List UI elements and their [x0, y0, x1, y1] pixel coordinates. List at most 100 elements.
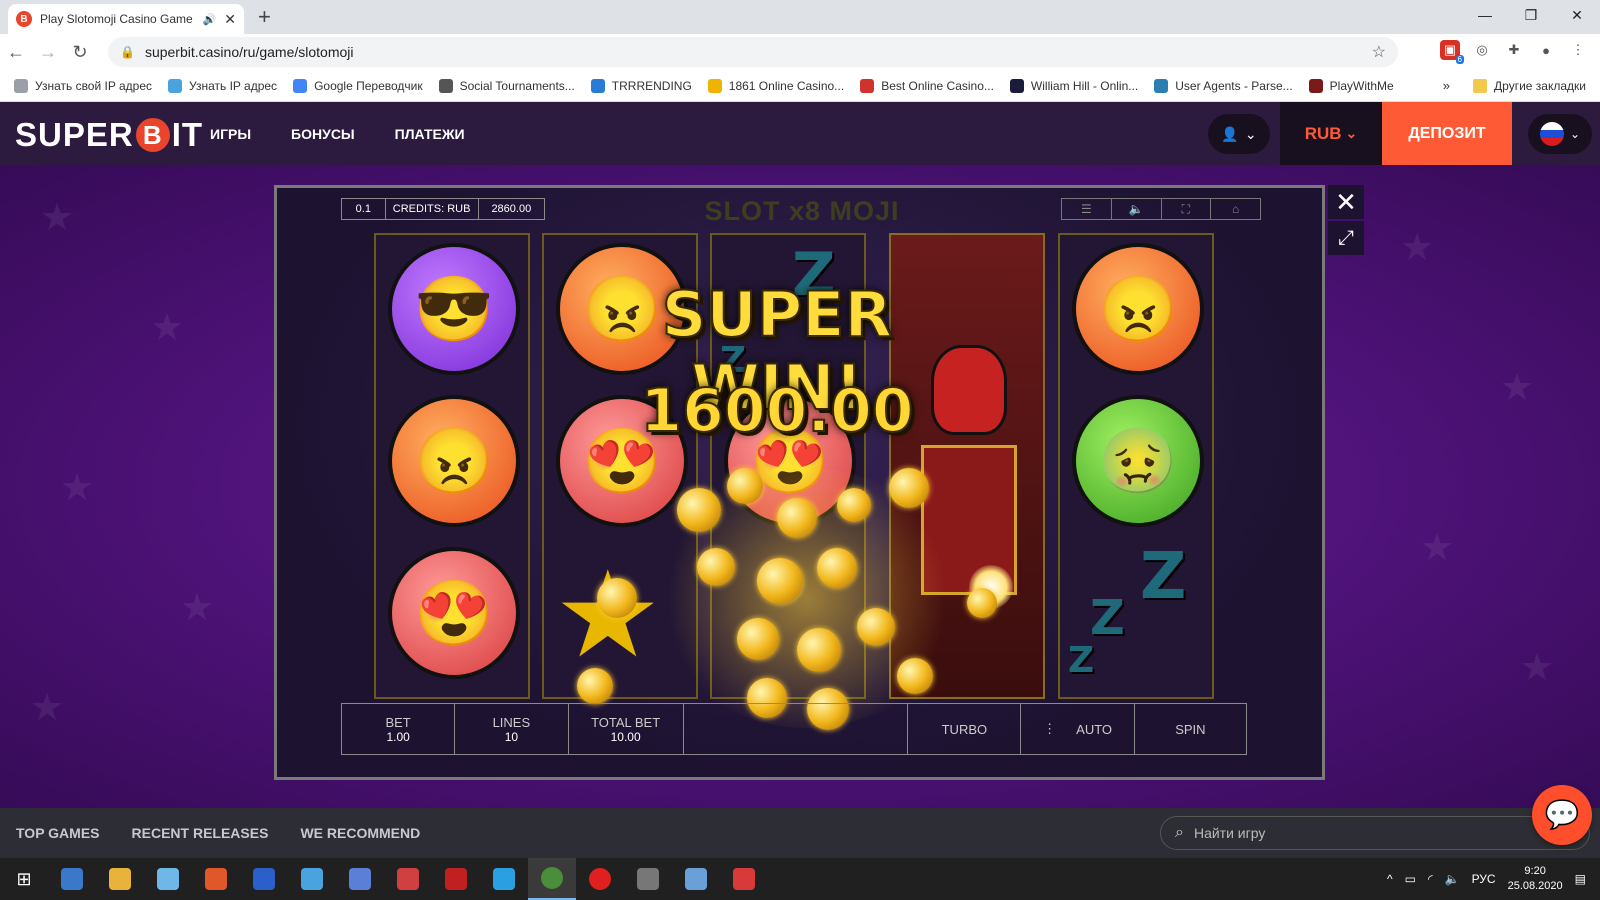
wifi-icon[interactable]: ◜ — [1428, 872, 1433, 886]
spin-button[interactable]: SPIN — [1135, 704, 1246, 754]
bet-selector[interactable]: BET 1.00 — [342, 704, 456, 754]
speaker-icon[interactable]: 🔊 — [203, 13, 217, 26]
restore-button[interactable]: ❐ — [1508, 0, 1554, 30]
windows-start-icon[interactable]: ⊞ — [0, 869, 48, 890]
bookmark-favicon-icon — [168, 78, 182, 93]
taskbar-app-icon[interactable] — [96, 858, 144, 900]
tab-close-icon[interactable]: ✕ — [224, 11, 236, 28]
extensions-area: ▣ 6 ◎ ✚ ● ⋮ — [1440, 40, 1588, 64]
auto-button[interactable]: ⋮ AUTO — [1021, 704, 1135, 754]
volume-icon[interactable]: 🔈 — [1445, 872, 1460, 886]
browser-tab-strip: B Play Slotomoji Casino Game 🔊 ✕ + — ❐ ✕ — [0, 0, 1600, 34]
other-bookmarks-folder[interactable]: Другие закладки — [1473, 78, 1586, 93]
taskbar-app-icon[interactable] — [624, 858, 672, 900]
taskbar-app-icon[interactable] — [48, 858, 96, 900]
profile-icon[interactable]: ● — [1536, 40, 1556, 60]
bookmark-item[interactable]: Узнать свой IP адрес — [14, 78, 152, 93]
taskbar-app-icon[interactable] — [240, 858, 288, 900]
bookmark-item[interactable]: User Agents - Parse... — [1154, 78, 1293, 93]
bookmarks-overflow-button[interactable]: » — [1443, 78, 1450, 93]
game-search-input[interactable]: ⌕ Найти игру — [1160, 816, 1590, 850]
back-button[interactable]: ← — [0, 42, 32, 63]
total-bet-display: TOTAL BET 10.00 — [569, 704, 684, 754]
extension-icon[interactable]: ▣ 6 — [1440, 40, 1464, 64]
sleep-z-icon: Z — [1140, 540, 1187, 614]
app-glyph-icon — [589, 868, 611, 890]
reload-button[interactable]: ↻ — [64, 42, 96, 63]
sync-extension-icon[interactable]: ◎ — [1472, 40, 1492, 60]
puzzle-icon[interactable]: ✚ — [1504, 40, 1524, 60]
home-icon[interactable]: ⌂ — [1211, 199, 1260, 219]
bookmark-item[interactable]: Узнать IP адрес — [168, 78, 277, 93]
taskbar-app-icon[interactable] — [576, 858, 624, 900]
address-bar[interactable]: 🔒 superbit.casino/ru/game/slotomoji ☆ — [108, 37, 1398, 67]
taskbar-app-icon[interactable] — [480, 858, 528, 900]
menu-kebab-icon[interactable]: ⋮ — [1568, 40, 1588, 60]
logo-text-start: SUPER — [15, 116, 134, 153]
taskbar-app-icon[interactable] — [336, 858, 384, 900]
star-icon: ★ — [60, 467, 95, 509]
superbit-logo[interactable]: SUPER B IT — [15, 116, 203, 154]
taskbar-app-icon[interactable] — [720, 858, 768, 900]
tab-we-recommend[interactable]: WE RECOMMEND — [300, 825, 420, 841]
gold-coin-icon — [697, 548, 735, 586]
bookmark-item[interactable]: Best Online Casino... — [860, 78, 994, 93]
taskbar-app-icon[interactable] — [384, 858, 432, 900]
currency-selector[interactable]: RUB ⌄ — [1280, 102, 1382, 165]
expand-game-button[interactable]: ⤢ — [1328, 221, 1364, 255]
live-chat-button[interactable]: 💬 — [1532, 785, 1592, 845]
app-glyph-icon — [637, 868, 659, 890]
taskbar-app-icon[interactable] — [192, 858, 240, 900]
tab-recent-releases[interactable]: RECENT RELEASES — [132, 825, 269, 841]
taskbar-app-icon[interactable] — [288, 858, 336, 900]
clock[interactable]: 9:20 25.08.2020 — [1508, 864, 1563, 894]
slot-machine[interactable]: 0.1 CREDITS: RUB 2860.00 SLOT x8 MOJI ☰ … — [277, 188, 1322, 777]
lock-icon[interactable]: 🔒 — [120, 45, 135, 59]
tray-chevron-icon[interactable]: ^ — [1387, 872, 1393, 886]
taskbar-app-icon[interactable] — [528, 858, 576, 900]
forward-button[interactable]: → — [32, 42, 64, 63]
nav-payments[interactable]: ПЛАТЕЖИ — [395, 126, 465, 142]
taskbar-app-icon[interactable] — [144, 858, 192, 900]
fullscreen-icon[interactable]: ⛶ — [1162, 199, 1212, 219]
deposit-button[interactable]: ДЕПОЗИТ — [1382, 102, 1512, 165]
angry-emoji-icon: 😠 — [1072, 243, 1204, 375]
star-icon: ★ — [1520, 647, 1555, 689]
close-game-button[interactable]: ✕ — [1328, 185, 1364, 219]
menu-icon[interactable]: ☰ — [1062, 199, 1112, 219]
bookmark-item[interactable]: 1861 Online Casino... — [707, 78, 844, 93]
gold-coin-icon — [967, 588, 997, 618]
input-language[interactable]: РУС — [1472, 872, 1496, 886]
app-glyph-icon — [109, 868, 131, 890]
browser-tab[interactable]: B Play Slotomoji Casino Game 🔊 ✕ — [8, 4, 244, 34]
bookmark-item[interactable]: Social Tournaments... — [438, 78, 575, 93]
nav-bonuses[interactable]: БОНУСЫ — [291, 126, 355, 142]
bookmark-item[interactable]: PlayWithMe — [1308, 78, 1394, 93]
search-placeholder: Найти игру — [1193, 825, 1266, 841]
bookmark-item[interactable]: William Hill - Onlin... — [1009, 78, 1138, 93]
sound-icon[interactable]: 🔈 — [1112, 199, 1162, 219]
user-menu-button[interactable]: 👤 ⌄ — [1208, 114, 1270, 154]
window-close-button[interactable]: ✕ — [1554, 0, 1600, 30]
taskbar-app-icon[interactable] — [672, 858, 720, 900]
games-footer-bar: TOP GAMES RECENT RELEASES WE RECOMMEND ⌕… — [0, 808, 1600, 858]
taskbar-app-icon[interactable] — [432, 858, 480, 900]
main-nav: ИГРЫ БОНУСЫ ПЛАТЕЖИ — [210, 102, 465, 165]
gold-coin-icon — [677, 488, 721, 532]
app-glyph-icon — [541, 867, 563, 889]
russia-flag-icon — [1539, 122, 1564, 146]
battery-icon[interactable]: ▭ — [1405, 872, 1416, 886]
language-selector[interactable]: ⌄ — [1528, 114, 1592, 154]
new-tab-button[interactable]: + — [258, 6, 271, 28]
tab-top-games[interactable]: TOP GAMES — [16, 825, 100, 841]
bookmark-item[interactable]: Google Переводчик — [293, 78, 423, 93]
bookmark-item[interactable]: TRRRENDING — [590, 78, 692, 93]
notifications-icon[interactable]: ▤ — [1575, 872, 1586, 886]
turbo-button[interactable]: TURBO — [908, 704, 1022, 754]
gold-coin-icon — [837, 488, 871, 522]
bookmark-star-icon[interactable]: ☆ — [1372, 42, 1386, 62]
minimize-button[interactable]: — — [1462, 0, 1508, 30]
nav-games[interactable]: ИГРЫ — [210, 126, 251, 142]
more-options-icon[interactable]: ⋮ — [1043, 721, 1056, 737]
lines-selector[interactable]: LINES 10 — [455, 704, 569, 754]
